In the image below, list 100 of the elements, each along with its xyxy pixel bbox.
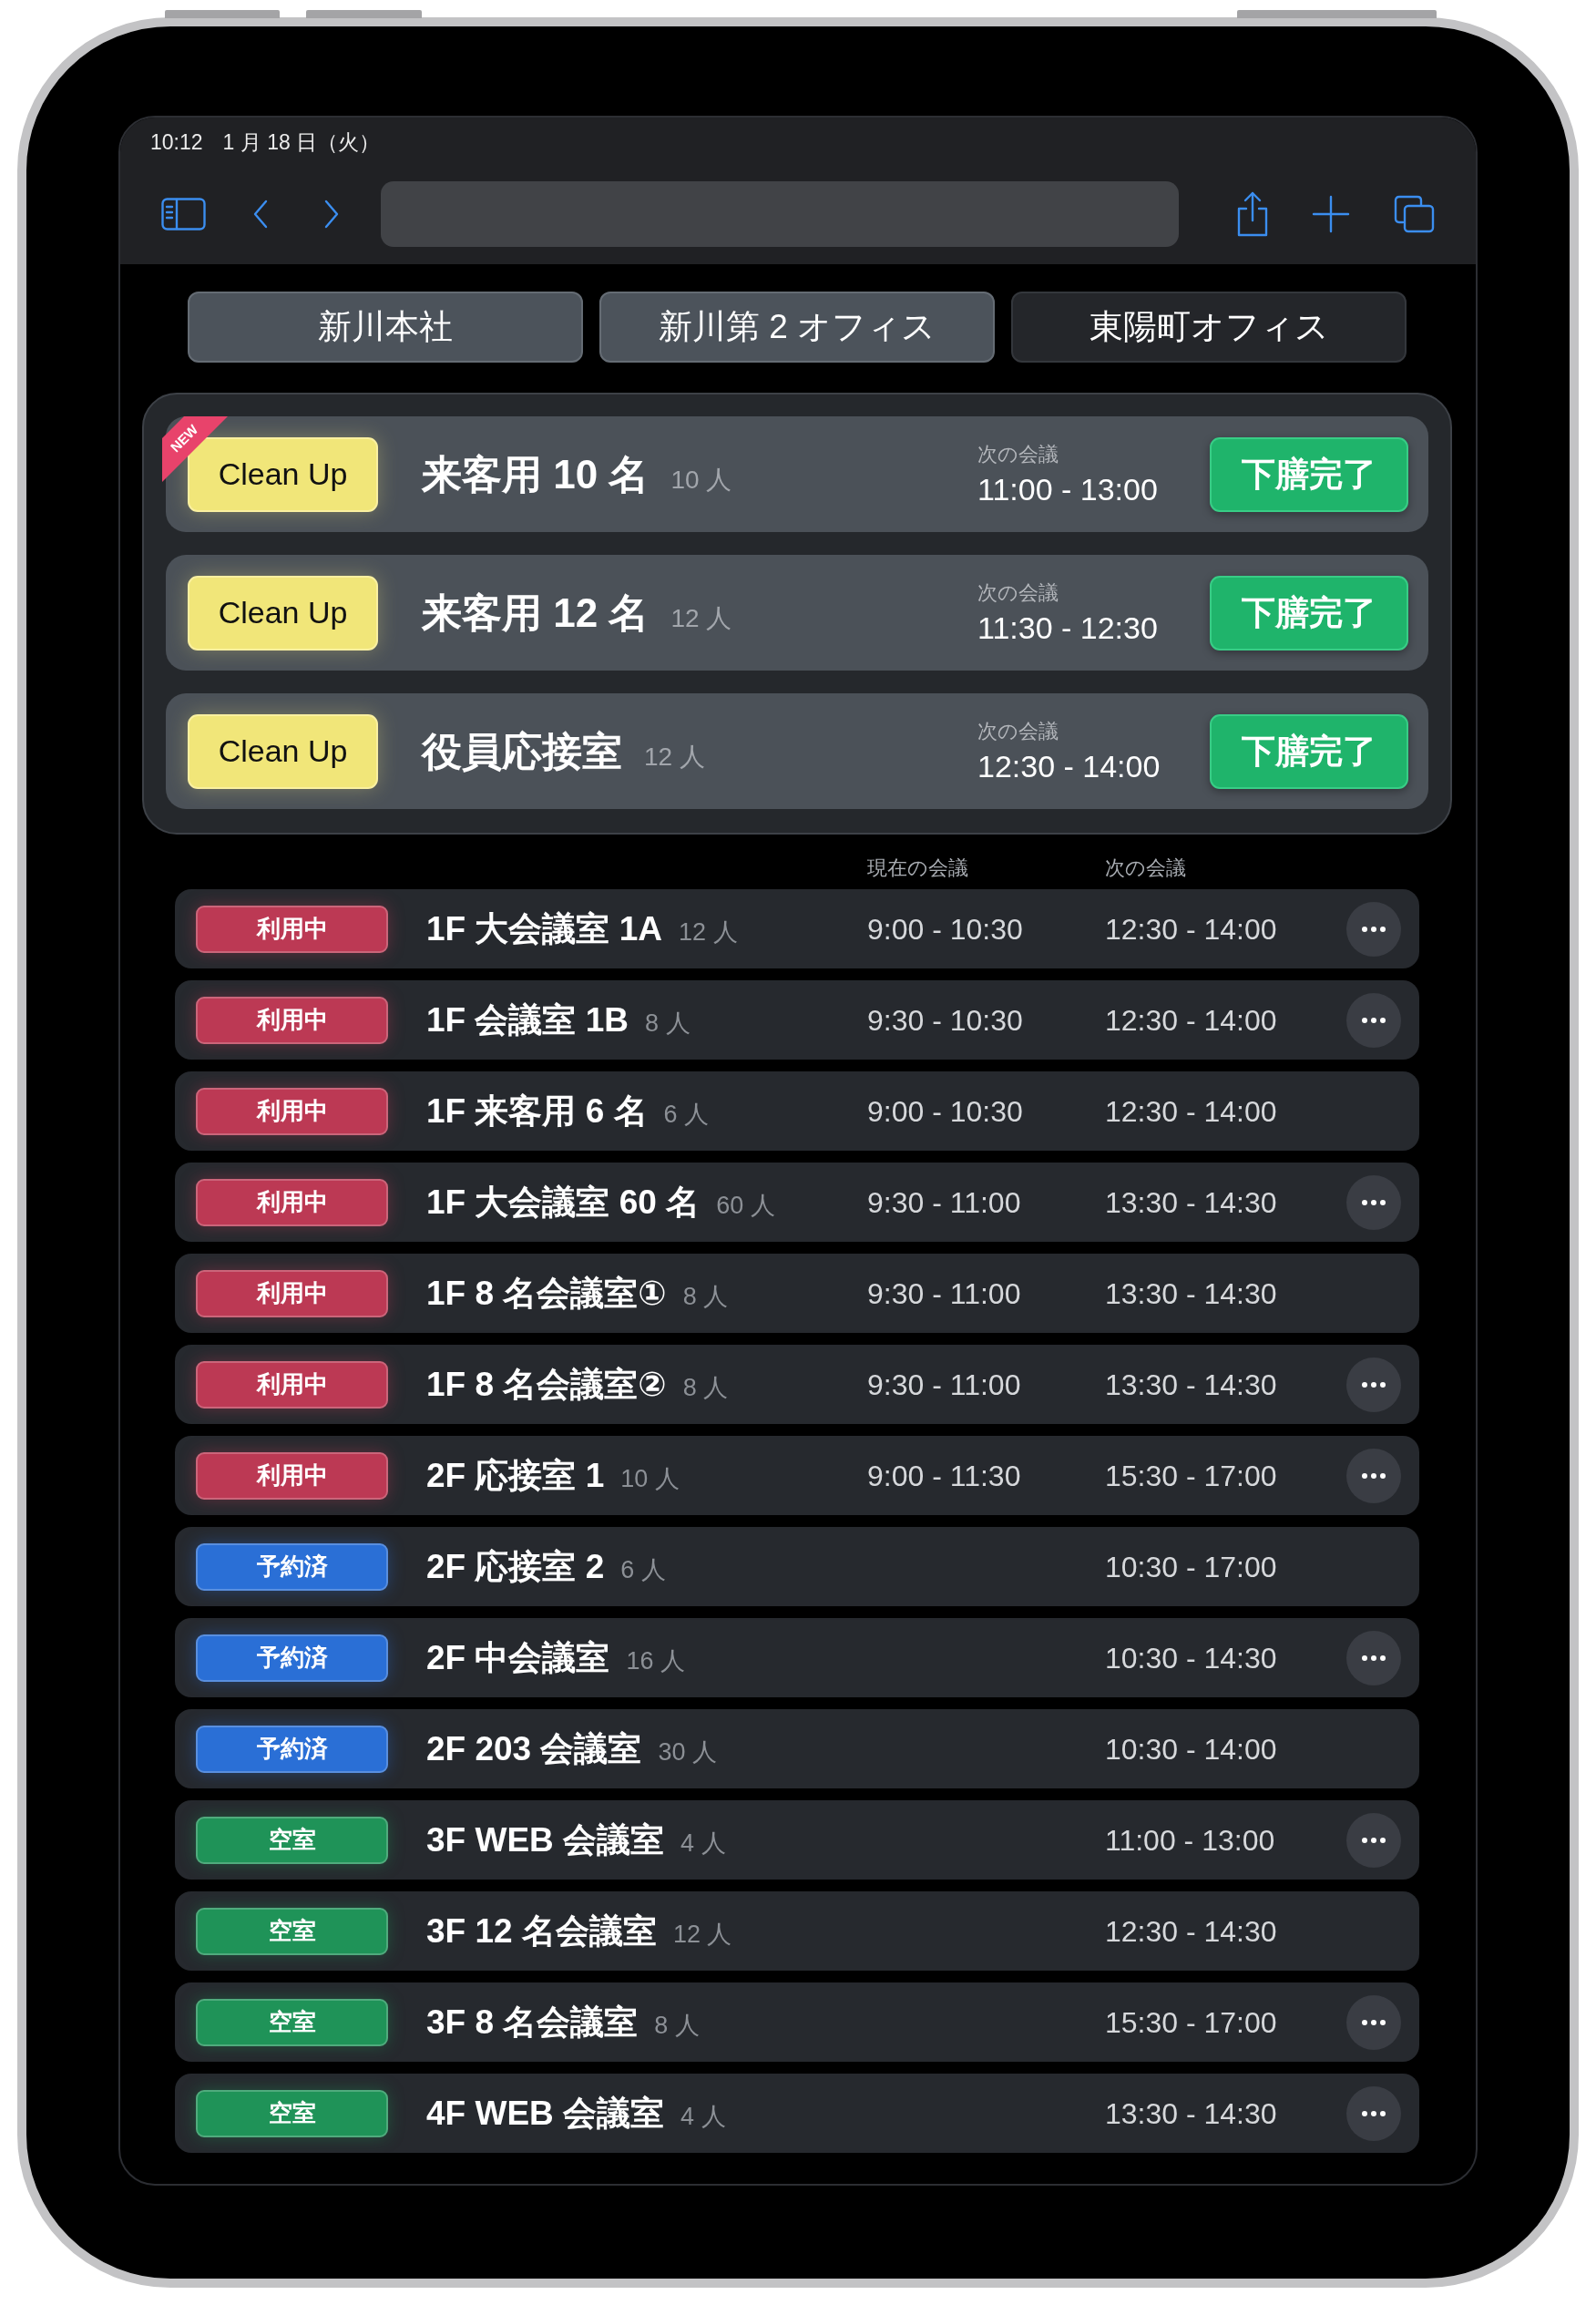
share-icon[interactable] (1236, 190, 1269, 237)
current-meeting-time: 9:00 - 10:30 (867, 1093, 1023, 1130)
next-meeting-label: 次の会議 (977, 441, 1059, 467)
status-badge: 利用中 (196, 1360, 388, 1409)
office-tab[interactable]: 東陽町オフィス (1011, 292, 1407, 363)
office-tab[interactable]: 新川本社 (188, 292, 583, 363)
status-badge: 利用中 (196, 1451, 388, 1500)
ellipsis-icon (1362, 1654, 1386, 1661)
next-meeting-time: 12:30 - 14:00 (977, 747, 1161, 784)
room-name: 2F 203 会議室 (426, 1728, 642, 1769)
clean-up-button[interactable]: Clean Up (188, 713, 378, 789)
ellipsis-icon (1362, 1837, 1386, 1843)
column-header: 次の会議 (1105, 855, 1186, 881)
room-name: 1F 8 名会議室② (426, 1364, 667, 1405)
room-name: 3F WEB 会議室 (426, 1819, 665, 1860)
next-meeting-time: 12:30 - 14:00 (1105, 911, 1277, 948)
next-meeting-time: 15:30 - 17:00 (1105, 2004, 1277, 2041)
capacity-label: 12 人 (672, 1919, 732, 1950)
room-name: 4F WEB 会議室 (426, 2093, 665, 2134)
next-meeting-time: 15:30 - 17:00 (1105, 1458, 1277, 1494)
capacity-label: 4 人 (680, 1828, 726, 1859)
clean-up-button[interactable]: Clean Up (188, 575, 378, 651)
status-badge: 空室 (196, 1816, 388, 1864)
room-name: 3F 8 名会議室 (426, 2002, 639, 2043)
capacity-label: 12 人 (670, 602, 732, 634)
room-name: 役員応接室 (422, 727, 622, 775)
chevron-left-icon[interactable] (252, 199, 269, 229)
next-meeting-time: 12:30 - 14:00 (1105, 1093, 1277, 1130)
next-meeting-time: 11:00 - 13:00 (1105, 1822, 1275, 1859)
current-meeting-time: 9:00 - 11:30 (867, 1458, 1021, 1494)
room-name: 1F 来客用 6 名 (426, 1091, 648, 1132)
next-meeting-time: 10:30 - 17:00 (1105, 1549, 1277, 1585)
capacity-label: 6 人 (663, 1099, 710, 1130)
ellipsis-icon (1362, 2110, 1386, 2116)
next-meeting-time: 13:30 - 14:30 (1105, 1275, 1277, 1312)
next-meeting-time: 12:30 - 14:00 (1105, 1002, 1277, 1039)
next-meeting-time: 13:30 - 14:30 (1105, 2095, 1277, 2132)
status-badge: 利用中 (196, 996, 388, 1044)
capacity-label: 6 人 (620, 1554, 666, 1585)
current-meeting-time: 9:30 - 10:30 (867, 1002, 1023, 1039)
status-badge: 空室 (196, 1907, 388, 1955)
office-tab[interactable]: 新川第 2 オフィス (599, 292, 995, 363)
ellipsis-icon (1362, 1199, 1386, 1205)
ellipsis-icon (1362, 1472, 1386, 1479)
current-meeting-time: 9:00 - 10:30 (867, 911, 1023, 948)
capacity-label: 4 人 (680, 2101, 726, 2132)
status-badge: 利用中 (196, 1269, 388, 1317)
address-field[interactable] (381, 180, 1179, 247)
status-badge: 利用中 (196, 905, 388, 953)
chevron-right-icon[interactable] (323, 199, 340, 229)
next-meeting-time: 11:00 - 13:00 (977, 470, 1158, 507)
room-name: 2F 応接室 2 (426, 1546, 605, 1587)
capacity-label: 8 人 (682, 1281, 729, 1312)
status-badge: 予約済 (196, 1542, 388, 1591)
room-name: 2F 応接室 1 (426, 1455, 605, 1496)
status-badge: 予約済 (196, 1634, 388, 1682)
next-meeting-time: 10:30 - 14:30 (1105, 1640, 1277, 1676)
status-badge: 利用中 (196, 1178, 388, 1226)
capacity-label: 8 人 (682, 1372, 729, 1403)
overlapping-squares-icon[interactable] (1394, 194, 1435, 233)
status-badge: 空室 (196, 1998, 388, 2046)
capacity-label: 12 人 (644, 741, 705, 773)
sidebar-icon[interactable] (161, 197, 206, 230)
capacity-label: 8 人 (654, 2010, 700, 2041)
ellipsis-icon (1362, 926, 1386, 932)
status-badge: 予約済 (196, 1725, 388, 1773)
next-meeting-time: 13:30 - 14:30 (1105, 1367, 1277, 1403)
next-meeting-time: 11:30 - 12:30 (977, 609, 1158, 646)
room-name: 2F 中会議室 (426, 1637, 610, 1678)
next-meeting-time: 10:30 - 14:00 (1105, 1731, 1277, 1767)
room-name: 来客用 12 名 (422, 589, 650, 637)
status-time: 10:12 (150, 129, 203, 156)
capacity-label: 12 人 (679, 917, 738, 948)
ellipsis-icon (1362, 1381, 1386, 1388)
status-date: 1 月 18 日（火） (222, 129, 381, 156)
next-meeting-label: 次の会議 (977, 579, 1059, 606)
ellipsis-icon (1362, 2019, 1386, 2025)
current-meeting-time: 9:30 - 11:00 (867, 1184, 1021, 1221)
next-meeting-time: 12:30 - 14:30 (1105, 1913, 1277, 1950)
room-name: 1F 8 名会議室① (426, 1273, 667, 1314)
capacity-label: 8 人 (645, 1008, 691, 1039)
next-meeting-time: 13:30 - 14:30 (1105, 1184, 1277, 1221)
room-name: 1F 大会議室 1A (426, 908, 663, 949)
status-badge: 空室 (196, 2089, 388, 2137)
capacity-label: 10 人 (620, 1463, 680, 1494)
next-meeting-label: 次の会議 (977, 718, 1059, 744)
room-name: 3F 12 名会議室 (426, 1911, 657, 1952)
current-meeting-time: 9:30 - 11:00 (867, 1367, 1021, 1403)
room-name: 1F 大会議室 60 名 (426, 1182, 701, 1223)
plus-icon[interactable] (1312, 194, 1350, 233)
room-name: 1F 会議室 1B (426, 999, 629, 1040)
status-badge: 利用中 (196, 1087, 388, 1135)
capacity-label: 16 人 (626, 1645, 685, 1676)
capacity-label: 60 人 (716, 1190, 775, 1221)
room-name: 来客用 10 名 (422, 450, 650, 498)
capacity-label: 30 人 (658, 1736, 718, 1767)
current-meeting-time: 9:30 - 11:00 (867, 1275, 1021, 1312)
ellipsis-icon (1362, 1017, 1386, 1023)
column-header: 現在の会議 (867, 855, 968, 881)
capacity-label: 10 人 (670, 464, 732, 496)
